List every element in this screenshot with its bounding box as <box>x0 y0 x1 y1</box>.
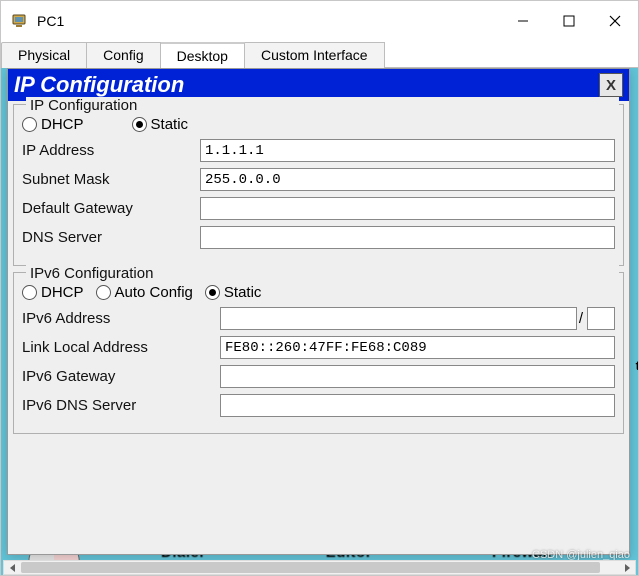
ipv4-fieldset: IP Configuration DHCP Static <box>13 104 624 266</box>
tab-physical[interactable]: Physical <box>1 42 87 68</box>
ipv6-static-radio[interactable]: Static <box>205 284 262 301</box>
ip-address-input[interactable] <box>200 139 615 162</box>
radio-label: Auto Config <box>115 284 193 301</box>
tab-bar: Physical Config Desktop Custom Interface <box>1 41 638 68</box>
dns-server-input[interactable] <box>200 226 615 249</box>
horizontal-scrollbar[interactable] <box>3 560 636 575</box>
radio-icon <box>96 285 111 300</box>
ipv6-address-input[interactable] <box>220 307 577 330</box>
ipv4-static-radio[interactable]: Static <box>132 116 189 133</box>
background-peek: t <box>630 68 638 575</box>
window-title: PC1 <box>37 13 64 29</box>
default-gateway-input[interactable] <box>200 197 615 220</box>
maximize-button[interactable] <box>546 1 592 41</box>
ipv6-address-label: IPv6 Address <box>22 310 220 327</box>
scrollbar-track[interactable] <box>21 561 618 574</box>
ipv6-gateway-label: IPv6 Gateway <box>22 368 220 385</box>
ipv6-mode-row: DHCP Auto Config Static <box>22 284 615 301</box>
radio-icon <box>22 285 37 300</box>
titlebar: PC1 <box>1 1 638 41</box>
subnet-mask-input[interactable] <box>200 168 615 191</box>
radio-icon <box>22 117 37 132</box>
ipv4-dhcp-radio[interactable]: DHCP <box>22 116 84 133</box>
radio-label: DHCP <box>41 284 84 301</box>
subnet-mask-label: Subnet Mask <box>22 171 200 188</box>
ipv6-autoconfig-radio[interactable]: Auto Config <box>96 284 193 301</box>
dialog-title: IP Configuration <box>14 72 184 98</box>
link-local-label: Link Local Address <box>22 339 220 356</box>
dns-server-label: DNS Server <box>22 229 200 246</box>
ipv4-legend: IP Configuration <box>26 97 619 114</box>
window-controls <box>500 1 638 41</box>
ipv6-fieldset: IPv6 Configuration DHCP Auto Config <box>13 272 624 434</box>
default-gateway-label: Default Gateway <box>22 200 200 217</box>
dialog-close-button[interactable]: X <box>599 73 623 97</box>
tab-config[interactable]: Config <box>87 42 160 68</box>
scrollbar-thumb[interactable] <box>21 562 600 573</box>
desktop-area: t Dialer Editor Firewall IP Configuratio… <box>1 68 638 575</box>
ipv6-prefix-input[interactable] <box>587 307 615 330</box>
tab-desktop[interactable]: Desktop <box>161 42 245 68</box>
radio-label: Static <box>151 116 189 133</box>
radio-label: Static <box>224 284 262 301</box>
ipv6-prefix-slash: / <box>579 310 583 327</box>
app-window: PC1 Physical Config Desktop Custom Inter… <box>0 0 639 576</box>
link-local-input[interactable] <box>220 336 615 359</box>
radio-label: DHCP <box>41 116 84 133</box>
radio-icon <box>132 117 147 132</box>
ipv4-mode-row: DHCP Static <box>22 116 615 133</box>
close-button[interactable] <box>592 1 638 41</box>
ip-address-label: IP Address <box>22 142 200 159</box>
scroll-right-button[interactable] <box>618 561 635 574</box>
ipv6-dns-label: IPv6 DNS Server <box>22 397 220 414</box>
tab-custom-interface[interactable]: Custom Interface <box>245 42 385 68</box>
ip-config-dialog: IP Configuration X IP Configuration DHCP <box>7 68 630 555</box>
radio-icon <box>205 285 220 300</box>
ipv6-gateway-input[interactable] <box>220 365 615 388</box>
pc-icon <box>11 12 29 30</box>
ipv6-dhcp-radio[interactable]: DHCP <box>22 284 84 301</box>
minimize-button[interactable] <box>500 1 546 41</box>
scroll-left-button[interactable] <box>4 561 21 574</box>
peek-letter: t <box>636 358 638 373</box>
ipv6-dns-input[interactable] <box>220 394 615 417</box>
ipv6-legend: IPv6 Configuration <box>26 265 619 282</box>
